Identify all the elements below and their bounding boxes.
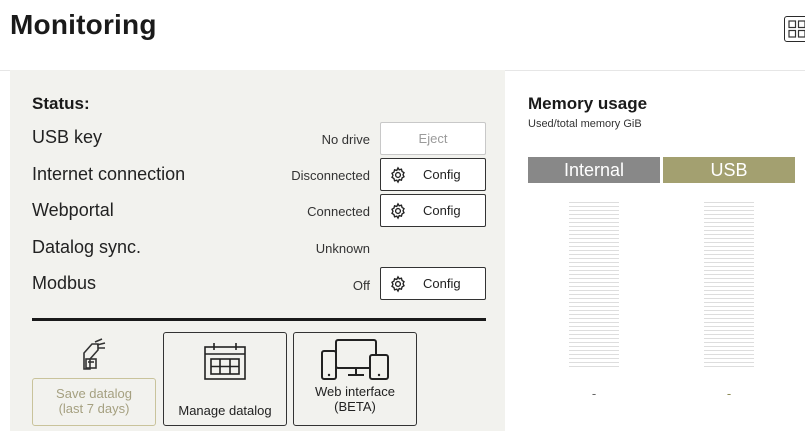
memory-usage-title: Memory usage <box>528 94 648 113</box>
usb-memory-header: USB <box>663 157 795 183</box>
save-datalog-button[interactable]: Save datalog (last 7 days) <box>32 332 156 426</box>
manage-datalog-label: Manage datalog <box>178 403 272 418</box>
eject-button-label: Eject <box>418 131 448 146</box>
webportal-config-label: Config <box>423 203 461 218</box>
memory-usage-subtitle: Used/total memory GiB <box>528 118 642 130</box>
devices-icon <box>321 339 389 380</box>
web-interface-line2: (BETA) <box>334 399 376 414</box>
usb-save-icon <box>83 338 106 370</box>
modbus-config-label: Config <box>423 276 461 291</box>
eject-button[interactable]: Eject <box>380 122 486 155</box>
webportal-status: Connected <box>307 204 370 219</box>
grid-view-button[interactable] <box>784 16 805 42</box>
usb-key-label: USB key <box>32 127 103 147</box>
internet-config-button[interactable]: Config <box>380 158 486 191</box>
grid-view-icon <box>788 20 805 38</box>
webportal-config-button[interactable]: Config <box>380 194 486 227</box>
internal-memory-bar <box>569 202 619 368</box>
usb-memory-bar <box>704 202 754 368</box>
manage-datalog-button[interactable]: Manage datalog <box>163 332 287 426</box>
save-datalog-label: Save datalog (last 7 days) <box>32 386 156 416</box>
usb-key-status: No drive <box>321 132 370 147</box>
gear-icon <box>391 275 405 293</box>
panel-divider <box>32 318 486 321</box>
modbus-status: Off <box>352 278 370 293</box>
status-heading: Status: <box>32 94 90 113</box>
save-datalog-line1: Save datalog <box>56 386 132 401</box>
save-datalog-line2: (last 7 days) <box>58 401 130 416</box>
internal-memory-value: - <box>591 386 597 401</box>
datalog-sync-label: Datalog sync. <box>32 237 142 257</box>
internet-connection-label: Internet connection <box>32 164 186 184</box>
internet-connection-status: Disconnected <box>291 168 370 183</box>
status-panel: Status: USB key No drive Eject Internet … <box>10 70 505 431</box>
calendar-table-icon <box>204 343 246 380</box>
web-interface-button[interactable]: Web interface (BETA) <box>293 332 417 426</box>
page-title: Monitoring <box>10 9 157 40</box>
web-interface-line1: Web interface <box>315 384 395 399</box>
gear-icon <box>391 166 405 184</box>
web-interface-label: Web interface (BETA) <box>294 384 416 414</box>
datalog-sync-status: Unknown <box>315 241 370 256</box>
internal-memory-header: Internal <box>528 157 660 183</box>
gear-icon <box>391 202 405 220</box>
modbus-config-button[interactable]: Config <box>380 267 486 300</box>
usb-memory-value: - <box>726 386 732 401</box>
internet-config-label: Config <box>423 167 461 182</box>
modbus-label: Modbus <box>32 273 97 293</box>
webportal-label: Webportal <box>32 200 114 220</box>
